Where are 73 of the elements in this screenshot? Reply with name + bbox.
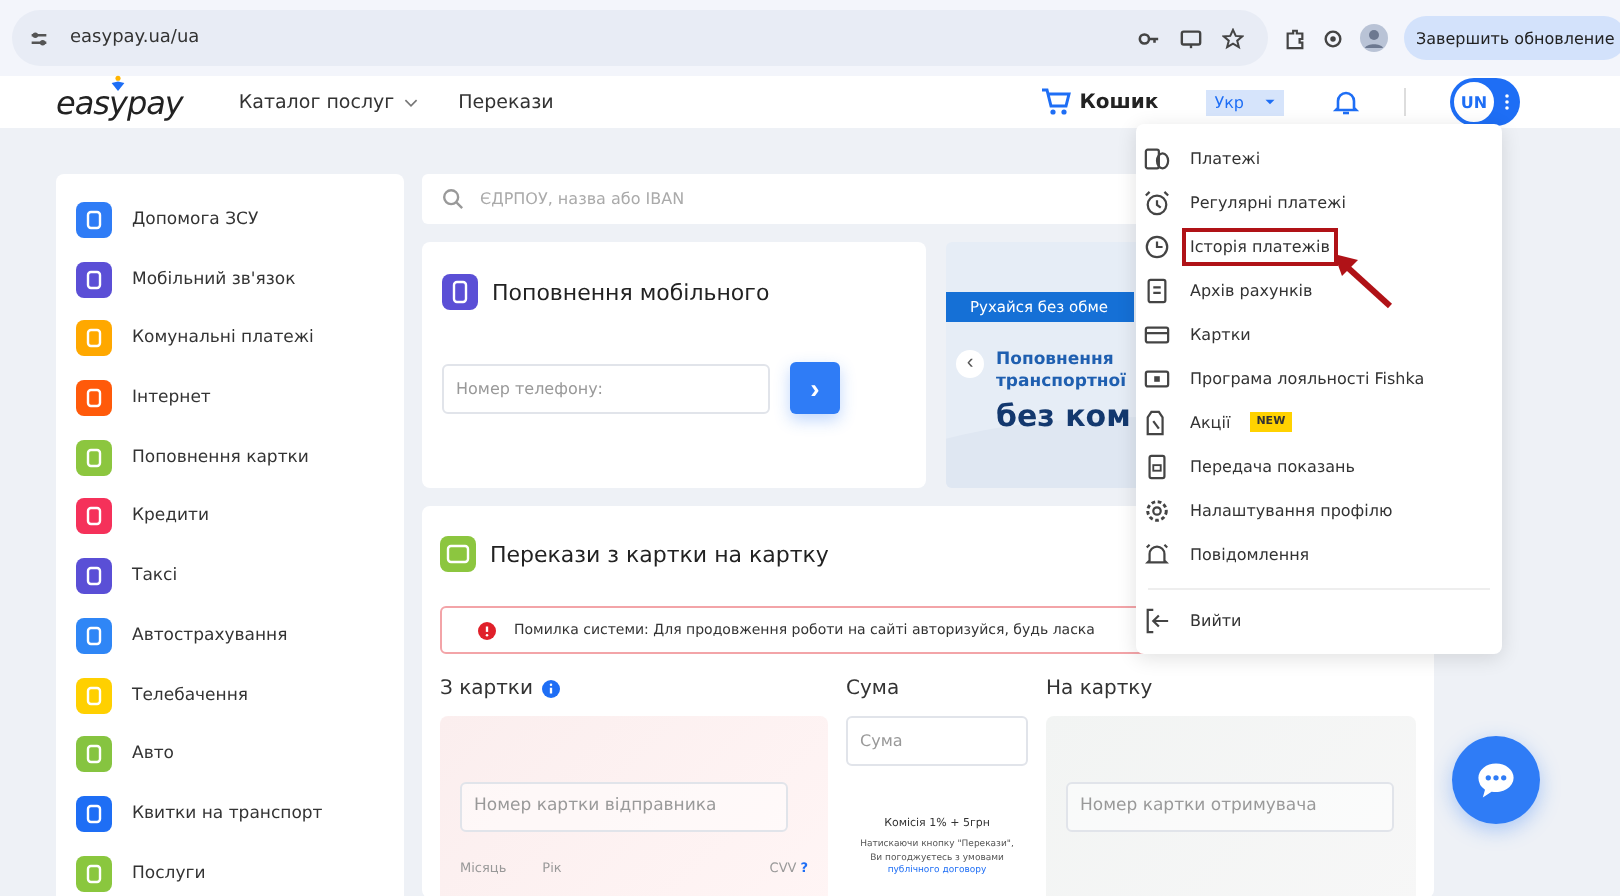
category-link[interactable]: Кредити [132, 506, 210, 527]
search-icon [442, 188, 464, 210]
phone-icon [442, 274, 478, 310]
sender-card-input[interactable]: Номер картки відправника [460, 781, 788, 831]
address-bar[interactable]: easypay.ua/ua [12, 10, 1268, 66]
chat-icon [1474, 758, 1518, 802]
more-icon [1504, 92, 1510, 112]
field-label: Сума [846, 677, 900, 699]
category-link[interactable]: Телебачення [132, 685, 249, 705]
history-icon [1144, 233, 1170, 259]
banner-text: Поповнення [996, 350, 1116, 372]
tag-icon [1144, 409, 1170, 435]
alarm-clock-icon [1144, 189, 1170, 215]
logout-icon [1144, 607, 1170, 633]
nav-link[interactable]: Перекази [458, 91, 554, 113]
extensions-icon[interactable] [1284, 27, 1306, 49]
site-settings-icon[interactable] [28, 27, 50, 49]
menu-item[interactable]: Платежі [1182, 139, 1269, 177]
loyalty-card-icon [1144, 365, 1170, 391]
category-link[interactable]: Поповнення картки [132, 447, 309, 468]
next-button[interactable]: › [790, 362, 840, 414]
amount-input[interactable]: Сума [846, 716, 1028, 766]
document-icon [1144, 277, 1170, 303]
sync-icon[interactable] [1322, 27, 1344, 49]
recipient-card-input[interactable]: Номер картки отримувача [1066, 781, 1394, 831]
category-link[interactable]: Таксі [132, 566, 178, 587]
category-link[interactable]: Послуги [132, 863, 206, 884]
menu-item[interactable]: Регулярні платежі [1182, 183, 1354, 221]
url-text: easypay.ua/ua [70, 28, 200, 48]
banner-headline: без ком [996, 398, 1131, 434]
bell-icon[interactable] [1332, 88, 1360, 116]
category-link[interactable]: Квитки на транспорт [132, 803, 323, 824]
banner-text: транспортної [996, 372, 1129, 394]
field-label: З картки [440, 677, 533, 699]
cart-icon[interactable] [1039, 86, 1072, 118]
menu-item[interactable]: Акції [1182, 403, 1239, 441]
key-icon[interactable] [1138, 27, 1160, 49]
cart-link[interactable]: Кошик [1079, 91, 1159, 113]
menu-item[interactable]: Історія платежів [1182, 227, 1338, 265]
menu-item[interactable]: Налаштування профілю [1182, 491, 1401, 529]
caret-icon [1264, 98, 1276, 106]
language-select[interactable]: Укр [1206, 89, 1284, 115]
cast-icon[interactable] [1180, 27, 1202, 49]
menu-item[interactable]: Передача показань [1182, 447, 1364, 485]
logout-link[interactable]: Вийти [1182, 601, 1250, 639]
settings-icon [1144, 497, 1170, 523]
field-label: На картку [1046, 677, 1153, 699]
card-title: Перекази з картки на картку [490, 541, 829, 567]
chat-button[interactable] [1452, 736, 1540, 824]
card-transfer-icon [440, 536, 476, 572]
menu-item[interactable]: Картки [1182, 315, 1259, 353]
category-link[interactable]: Комунальні платежі [132, 328, 314, 349]
profile-avatar-icon[interactable] [1360, 24, 1388, 52]
category-link[interactable]: Допомога ЗСУ [132, 210, 259, 230]
error-icon [478, 621, 496, 639]
info-icon[interactable] [542, 679, 561, 697]
card-title: Поповнення мобільного [492, 279, 770, 305]
category-link[interactable]: Авто [132, 744, 174, 765]
menu-item[interactable]: Програма лояльності Fishka [1182, 359, 1433, 397]
nav-link[interactable]: Каталог послуг [238, 91, 419, 113]
meter-icon [1144, 453, 1170, 479]
user-menu-button[interactable]: UN [1450, 78, 1520, 126]
coins-icon [1144, 145, 1170, 171]
category-link[interactable]: Мобільний зв'язок [132, 269, 296, 290]
menu-item[interactable]: Архів рахунків [1182, 271, 1321, 309]
category-link[interactable]: Інтернет [132, 388, 211, 409]
category-link[interactable]: Автострахування [132, 625, 288, 646]
phone-input[interactable]: Номер телефону: [442, 363, 770, 413]
bell-icon [1144, 541, 1170, 567]
menu-item[interactable]: Повідомлення [1182, 535, 1318, 573]
update-button[interactable]: Завершить обновление [1404, 16, 1620, 60]
star-icon[interactable] [1222, 27, 1244, 49]
credit-card-icon [1144, 321, 1170, 347]
